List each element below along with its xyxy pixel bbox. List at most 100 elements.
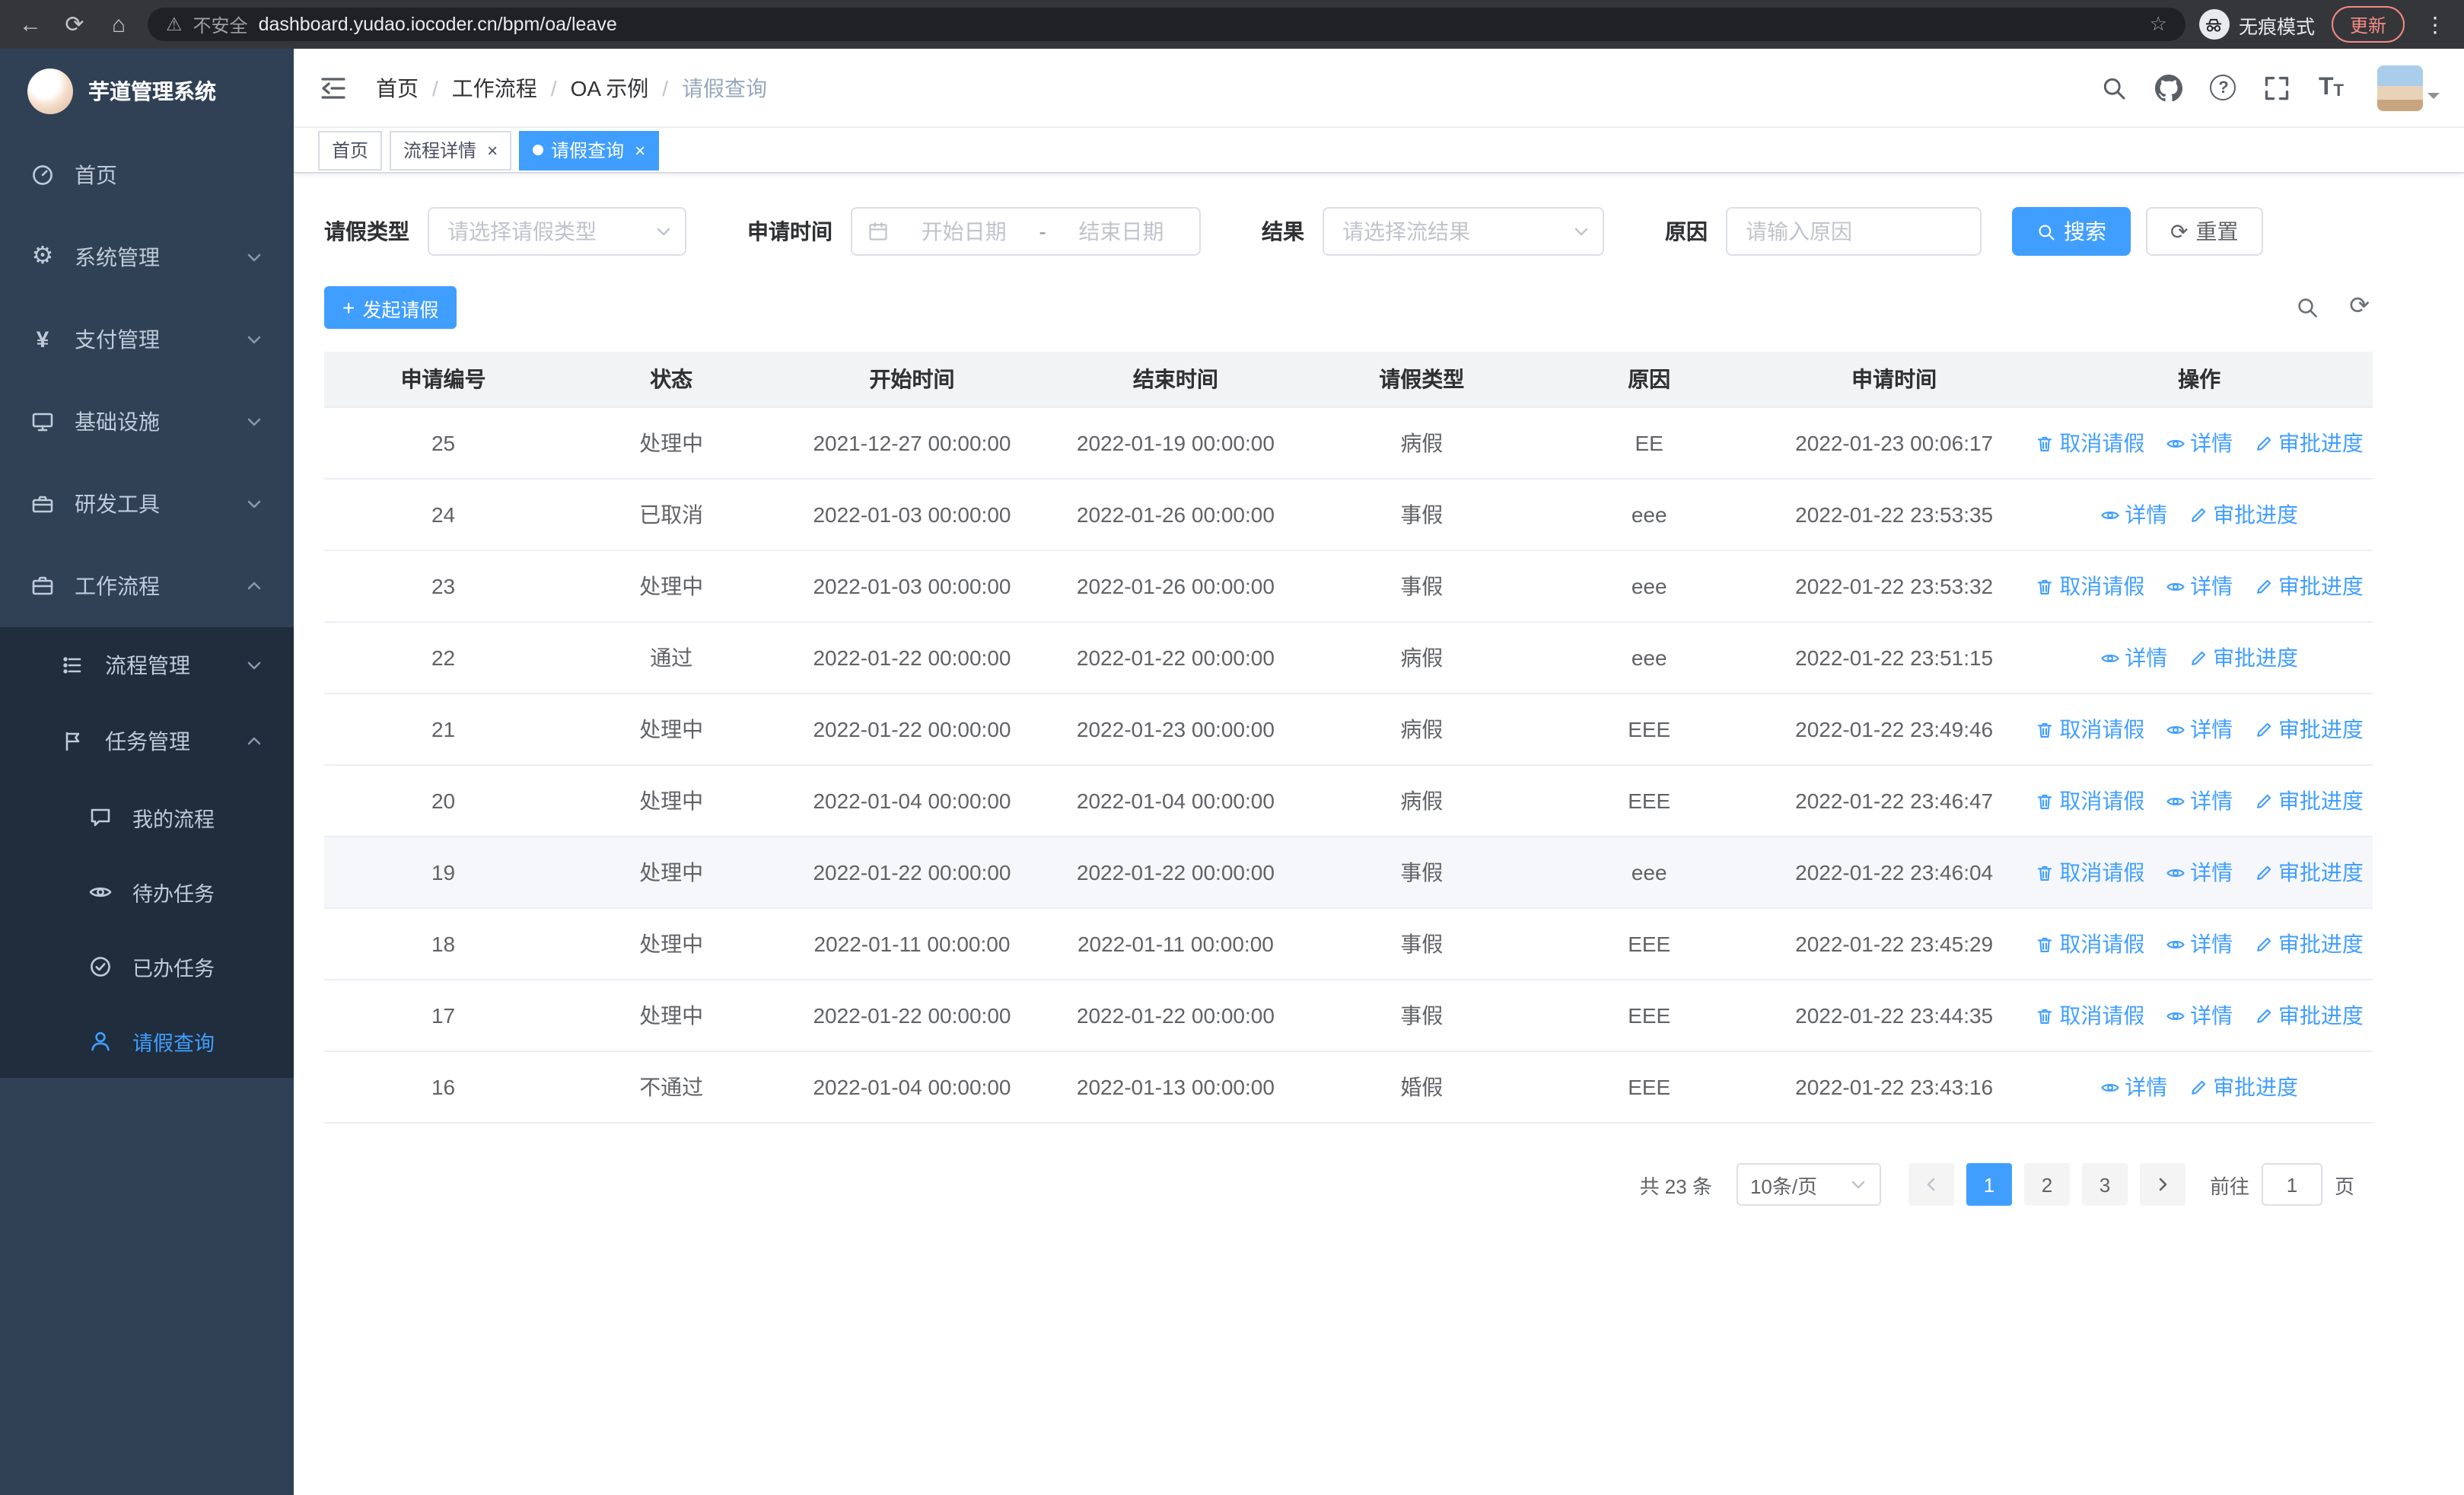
reset-button[interactable]: ⟳ 重置 (2146, 207, 2263, 256)
cancel-leave-link[interactable]: 取消请假 (2035, 1000, 2144, 1031)
app-logo[interactable]: 芋道管理系统 (0, 49, 294, 134)
trash-icon (2038, 579, 2052, 594)
cell-start-time: 2022-01-03 00:00:00 (780, 479, 1044, 551)
breadcrumb-workflow[interactable]: 工作流程 (452, 72, 537, 103)
cancel-leave-link[interactable]: 取消请假 (2035, 428, 2144, 458)
cell-status: 处理中 (562, 908, 781, 980)
detail-link[interactable]: 详情 (2100, 499, 2167, 530)
goto-page-input[interactable] (2261, 1163, 2322, 1206)
close-icon[interactable]: × (487, 139, 498, 161)
search-button[interactable]: 搜索 (2012, 207, 2131, 256)
approval-progress-link[interactable]: 审批进度 (2254, 929, 2364, 959)
sidebar-item-done-tasks[interactable]: 已办任务 (0, 929, 294, 1003)
cell-end-time: 2022-01-19 00:00:00 (1043, 407, 1308, 480)
approval-progress-link[interactable]: 审批进度 (2254, 571, 2364, 601)
result-select[interactable]: 请选择流结果 (1323, 207, 1604, 256)
cell-start-time: 2022-01-22 00:00:00 (780, 622, 1044, 694)
font-size-icon[interactable]: TT (2319, 75, 2344, 100)
tab-home[interactable]: 首页 (318, 130, 383, 170)
cancel-leave-link[interactable]: 取消请假 (2035, 929, 2144, 959)
browser-menu-icon[interactable]: ⋮ (2421, 11, 2449, 37)
cell-actions: 取消请假 详情 审批进度 (2026, 837, 2373, 909)
approval-progress-label: 审批进度 (2278, 431, 2364, 455)
leave-type-select[interactable]: 请选择请假类型 (428, 207, 686, 256)
detail-label: 详情 (2125, 502, 2168, 527)
detail-link[interactable]: 详情 (2166, 929, 2233, 959)
detail-link[interactable]: 详情 (2166, 571, 2233, 601)
sidebar-collapse-icon[interactable] (318, 72, 349, 103)
cell-actions: 详情 审批进度 (2026, 479, 2373, 551)
col-apply-id: 申请编号 (324, 352, 563, 408)
help-icon[interactable]: ? (2210, 75, 2236, 100)
search-toggle-icon[interactable] (2294, 295, 2319, 320)
page-unit-label: 页 (2334, 1175, 2354, 1197)
url-text: dashboard.yudao.iocoder.cn/bpm/oa/leave (258, 14, 617, 35)
table-refresh-icon[interactable]: ⟳ (2349, 295, 2370, 320)
approval-progress-link[interactable]: 审批进度 (2254, 786, 2364, 816)
sidebar-item-home[interactable]: 首页 (0, 134, 294, 216)
approval-progress-link[interactable]: 审批进度 (2189, 499, 2298, 530)
page-button-3[interactable]: 3 (2081, 1163, 2128, 1206)
approval-progress-link[interactable]: 审批进度 (2254, 857, 2364, 888)
sidebar-item-task-management[interactable]: 任务管理 (0, 703, 294, 779)
cancel-leave-link[interactable]: 取消请假 (2035, 857, 2144, 888)
bookmark-star-icon[interactable]: ☆ (2150, 12, 2167, 37)
breadcrumb-oa-example[interactable]: OA 示例 (571, 72, 649, 103)
approval-progress-link[interactable]: 审批进度 (2254, 428, 2364, 458)
sidebar-item-label: 工作流程 (75, 574, 160, 598)
github-icon[interactable] (2155, 74, 2183, 101)
cell-apply-id: 18 (324, 908, 563, 980)
approval-progress-link[interactable]: 审批进度 (2189, 1072, 2298, 1102)
next-page-button[interactable] (2139, 1163, 2185, 1206)
detail-link[interactable]: 详情 (2166, 857, 2233, 888)
sidebar-item-workflow[interactable]: 工作流程 (0, 545, 294, 627)
fullscreen-icon[interactable] (2264, 74, 2291, 101)
breadcrumb-home[interactable]: 首页 (376, 72, 419, 103)
detail-link[interactable]: 详情 (2166, 786, 2233, 816)
detail-link[interactable]: 详情 (2166, 1000, 2233, 1031)
cell-reason: eee (1536, 479, 1762, 551)
approval-progress-link[interactable]: 审批进度 (2189, 642, 2298, 673)
pagination-total: 共 23 条 (1639, 1175, 1712, 1197)
sidebar-item-my-processes[interactable]: 我的流程 (0, 779, 294, 854)
page-size-select[interactable]: 10条/页 (1736, 1163, 1881, 1206)
sidebar-item-infrastructure[interactable]: 基础设施 (0, 381, 294, 463)
page-button-1[interactable]: 1 (1966, 1163, 2012, 1206)
url-bar[interactable]: ⚠ 不安全 dashboard.yudao.iocoder.cn/bpm/oa/… (148, 8, 2185, 41)
detail-link[interactable]: 详情 (2166, 714, 2233, 744)
user-menu[interactable] (2377, 65, 2440, 110)
prev-page-button[interactable] (1908, 1163, 1954, 1206)
sidebar-item-dev-tools[interactable]: 研发工具 (0, 463, 294, 545)
tab-leave-query[interactable]: 请假查询 × (519, 130, 660, 170)
detail-link[interactable]: 详情 (2100, 1072, 2167, 1102)
browser-back-icon[interactable]: ← (15, 13, 46, 36)
cancel-leave-link[interactable]: 取消请假 (2035, 714, 2144, 744)
browser-update-button[interactable]: 更新 (2331, 6, 2405, 43)
approval-progress-link[interactable]: 审批进度 (2254, 714, 2364, 744)
user-icon (88, 1028, 113, 1053)
browser-reload-icon[interactable]: ⟳ (59, 13, 90, 36)
detail-link[interactable]: 详情 (2100, 642, 2167, 673)
cancel-leave-link[interactable]: 取消请假 (2035, 786, 2144, 816)
browser-right-controls: 无痕模式 更新 ⋮ (2198, 6, 2449, 43)
detail-link[interactable]: 详情 (2166, 428, 2233, 458)
approval-progress-link[interactable]: 审批进度 (2254, 1000, 2364, 1031)
page-button-2[interactable]: 2 (2023, 1163, 2070, 1206)
sidebar-item-payment-management[interactable]: ¥ 支付管理 (0, 298, 294, 381)
sidebar-item-leave-query[interactable]: 请假查询 (0, 1003, 294, 1078)
reason-input[interactable] (1726, 207, 1982, 256)
apply-time-range-picker[interactable]: 开始日期 - 结束日期 (851, 207, 1201, 256)
header-search-icon[interactable] (2101, 74, 2128, 101)
browser-home-icon[interactable]: ⌂ (103, 13, 134, 36)
chevron-left-icon (1927, 1178, 1935, 1191)
sidebar-item-system-management[interactable]: ⚙ 系统管理 (0, 216, 294, 298)
approval-progress-label: 审批进度 (2278, 860, 2364, 885)
tab-process-detail[interactable]: 流程详情 × (390, 130, 512, 170)
cell-start-time: 2022-01-03 00:00:00 (780, 550, 1044, 623)
cancel-leave-link[interactable]: 取消请假 (2035, 571, 2144, 601)
sidebar-item-todo-tasks[interactable]: 待办任务 (0, 854, 294, 929)
detail-label: 详情 (2190, 860, 2233, 885)
close-icon[interactable]: × (635, 139, 645, 161)
create-leave-button[interactable]: + 发起请假 (324, 286, 457, 329)
sidebar-item-process-management[interactable]: 流程管理 (0, 627, 294, 703)
